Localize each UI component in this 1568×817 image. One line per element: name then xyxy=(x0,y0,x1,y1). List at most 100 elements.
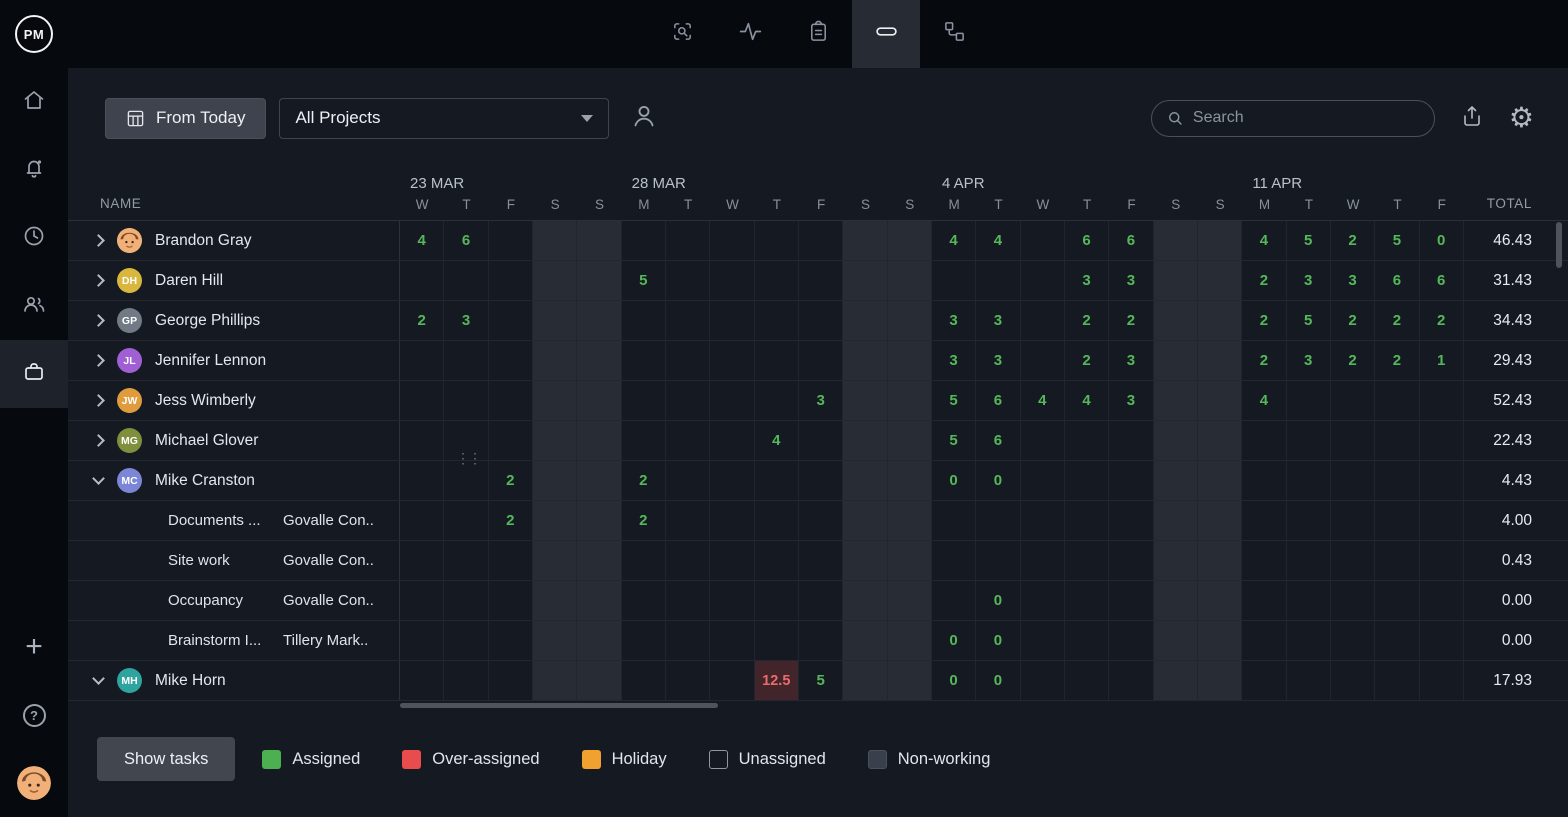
day-cell[interactable] xyxy=(932,541,976,580)
horizontal-scrollbar-thumb[interactable] xyxy=(400,703,718,708)
day-cell[interactable] xyxy=(666,621,710,660)
day-cell[interactable] xyxy=(1065,461,1109,500)
day-cell[interactable] xyxy=(666,381,710,420)
help-button[interactable]: ? xyxy=(0,681,68,749)
expand-chevron-icon[interactable] xyxy=(92,234,105,247)
show-tasks-button[interactable]: Show tasks xyxy=(97,737,235,781)
day-cell[interactable] xyxy=(710,221,754,260)
search-input[interactable] xyxy=(1193,109,1420,127)
day-cell[interactable] xyxy=(577,501,621,540)
day-cell[interactable] xyxy=(843,501,887,540)
person-row[interactable]: JLJennifer Lennon33232322129.43 xyxy=(68,341,1568,381)
day-cell[interactable] xyxy=(843,341,887,380)
day-cell[interactable] xyxy=(577,661,621,700)
day-cell[interactable] xyxy=(444,261,488,300)
day-cell[interactable] xyxy=(1198,541,1242,580)
day-cell[interactable] xyxy=(1065,501,1109,540)
day-cell[interactable] xyxy=(622,581,666,620)
day-cell[interactable] xyxy=(1109,621,1153,660)
day-cell[interactable] xyxy=(1331,421,1375,460)
day-cell[interactable]: 0 xyxy=(976,461,1020,500)
day-cell[interactable] xyxy=(1420,581,1464,620)
day-cell[interactable] xyxy=(622,621,666,660)
day-cell[interactable]: 0 xyxy=(976,581,1020,620)
day-cell[interactable]: 6 xyxy=(1420,261,1464,300)
day-cell[interactable] xyxy=(932,501,976,540)
day-cell[interactable] xyxy=(1198,461,1242,500)
day-cell[interactable]: 2 xyxy=(400,301,444,340)
day-cell[interactable] xyxy=(1021,301,1065,340)
day-cell[interactable] xyxy=(843,621,887,660)
day-cell[interactable] xyxy=(1065,581,1109,620)
day-cell[interactable]: 3 xyxy=(1109,381,1153,420)
day-cell[interactable] xyxy=(444,381,488,420)
day-cell[interactable] xyxy=(1021,261,1065,300)
day-cell[interactable] xyxy=(932,261,976,300)
day-cell[interactable] xyxy=(1065,661,1109,700)
day-cell[interactable] xyxy=(1109,501,1153,540)
day-cell[interactable] xyxy=(533,461,577,500)
day-cell[interactable] xyxy=(1198,501,1242,540)
day-cell[interactable] xyxy=(1021,221,1065,260)
day-cell[interactable] xyxy=(622,421,666,460)
day-cell[interactable] xyxy=(1242,621,1286,660)
day-cell[interactable] xyxy=(1420,541,1464,580)
day-cell[interactable]: 3 xyxy=(1287,341,1331,380)
vertical-scrollbar-thumb[interactable] xyxy=(1556,222,1562,268)
day-cell[interactable] xyxy=(755,381,799,420)
expand-chevron-icon[interactable] xyxy=(92,354,105,367)
day-cell[interactable] xyxy=(1375,541,1419,580)
day-cell[interactable] xyxy=(577,221,621,260)
day-cell[interactable] xyxy=(489,261,533,300)
day-cell[interactable] xyxy=(444,541,488,580)
day-cell[interactable] xyxy=(577,381,621,420)
sidebar-item-team[interactable] xyxy=(0,272,68,340)
day-cell[interactable] xyxy=(1065,421,1109,460)
day-cell[interactable]: 4 xyxy=(976,221,1020,260)
day-cell[interactable]: 3 xyxy=(976,301,1020,340)
sidebar-item-time[interactable] xyxy=(0,204,68,272)
day-cell[interactable]: 2 xyxy=(1242,341,1286,380)
day-cell[interactable] xyxy=(799,501,843,540)
day-cell[interactable] xyxy=(843,261,887,300)
settings-button[interactable]: ⚙ xyxy=(1509,104,1534,132)
day-cell[interactable] xyxy=(888,661,932,700)
day-cell[interactable] xyxy=(533,421,577,460)
day-cell[interactable]: 4 xyxy=(932,221,976,260)
collapse-chevron-icon[interactable] xyxy=(92,672,105,685)
day-cell[interactable] xyxy=(622,661,666,700)
person-row[interactable]: MHMike Horn12.550017.93 xyxy=(68,661,1568,701)
day-cell[interactable] xyxy=(843,421,887,460)
day-cell[interactable] xyxy=(1109,581,1153,620)
day-cell[interactable] xyxy=(400,581,444,620)
day-cell[interactable] xyxy=(1375,621,1419,660)
day-cell[interactable]: 4 xyxy=(1242,221,1286,260)
day-cell[interactable] xyxy=(799,421,843,460)
day-cell[interactable] xyxy=(755,301,799,340)
tab-clipboard[interactable] xyxy=(784,0,852,68)
day-cell[interactable] xyxy=(400,501,444,540)
day-cell[interactable] xyxy=(444,461,488,500)
day-cell[interactable] xyxy=(489,661,533,700)
day-cell[interactable] xyxy=(888,501,932,540)
day-cell[interactable] xyxy=(710,421,754,460)
day-cell[interactable] xyxy=(1420,661,1464,700)
day-cell[interactable] xyxy=(577,421,621,460)
day-cell[interactable] xyxy=(400,261,444,300)
day-cell[interactable] xyxy=(444,621,488,660)
day-cell[interactable] xyxy=(1154,381,1198,420)
person-row[interactable]: MCMike Cranston22004.43 xyxy=(68,461,1568,501)
day-cell[interactable] xyxy=(400,621,444,660)
day-cell[interactable]: 2 xyxy=(622,501,666,540)
day-cell[interactable] xyxy=(666,301,710,340)
day-cell[interactable]: 2 xyxy=(1242,301,1286,340)
day-cell[interactable] xyxy=(577,341,621,380)
day-cell[interactable] xyxy=(444,501,488,540)
person-row[interactable]: JWJess Wimberly356443452.43 xyxy=(68,381,1568,421)
day-cell[interactable] xyxy=(755,621,799,660)
collapse-chevron-icon[interactable] xyxy=(92,472,105,485)
day-cell[interactable]: 0 xyxy=(976,661,1020,700)
day-cell[interactable]: 5 xyxy=(1287,221,1331,260)
day-cell[interactable] xyxy=(577,541,621,580)
day-cell[interactable] xyxy=(489,581,533,620)
